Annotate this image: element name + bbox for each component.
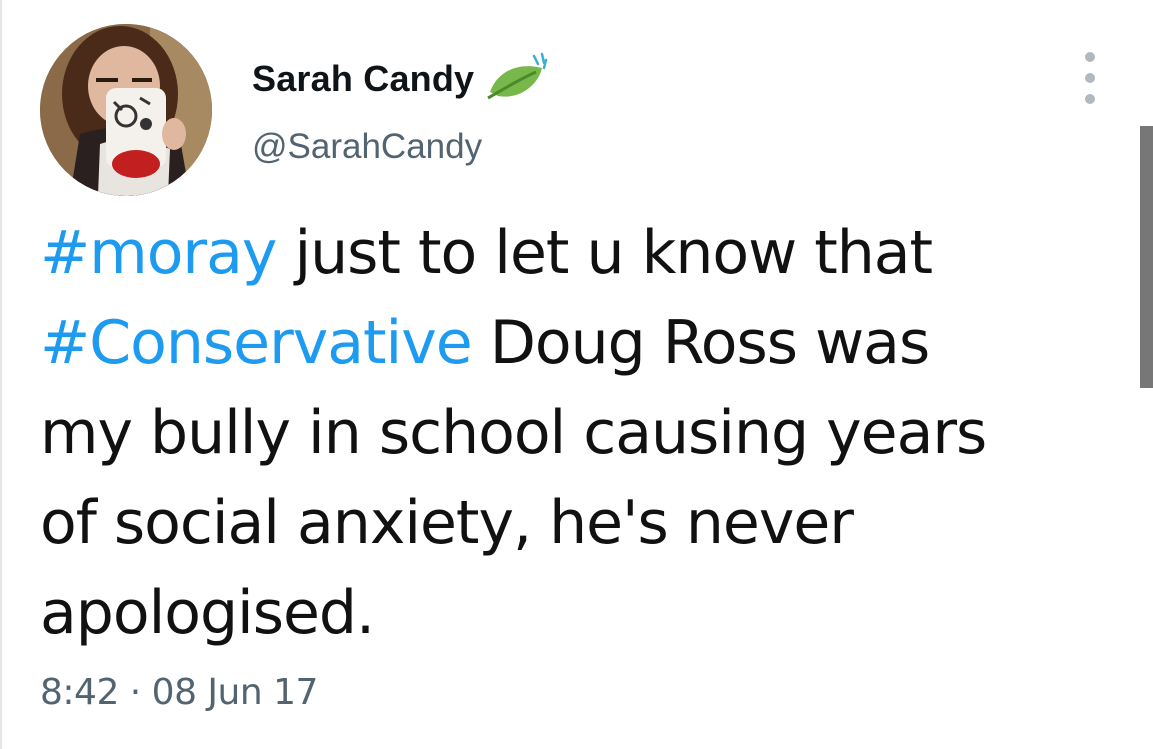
more-vertical-icon-dot [1085, 94, 1095, 104]
tweet-line: #Conservative Doug Ross was [40, 298, 1100, 388]
author-handle[interactable]: @SarahCandy [252, 127, 482, 167]
author-name-row: Sarah Candy [252, 52, 550, 106]
card-border [0, 0, 2, 749]
tweet-line-text: Doug Ross was [471, 308, 930, 378]
scrollbar[interactable] [1140, 126, 1153, 388]
tweet-line-text: my bully in school causing years [40, 398, 987, 468]
tweet-card: Sarah Candy @SarahCandy #moray just to l… [0, 0, 1153, 749]
avatar[interactable] [40, 24, 212, 196]
hashtag-link[interactable]: #Conservative [40, 308, 473, 378]
more-vertical-icon-dot [1085, 73, 1095, 83]
tweet-timestamp[interactable]: 8:42 · 08 Jun 17 [40, 672, 318, 713]
tweet-line-text: apologised. [40, 578, 375, 648]
tweet-line-text: of social anxiety, he's never [40, 488, 854, 558]
hashtag-link[interactable]: #moray [40, 218, 277, 288]
tweet-line-text: just to let u know that [276, 218, 933, 288]
tweet-line: apologised. [40, 568, 1100, 658]
display-name[interactable]: Sarah Candy [252, 58, 474, 100]
tweet-line: of social anxiety, he's never [40, 478, 1100, 568]
leaf-icon [487, 52, 548, 100]
tweet-line: #moray just to let u know that [40, 208, 1100, 298]
profile-photo [40, 24, 212, 196]
more-options-button[interactable] [1070, 52, 1110, 104]
more-vertical-icon [1085, 52, 1095, 62]
tweet-text: #moray just to let u know that #Conserva… [40, 208, 1100, 658]
tweet-line: my bully in school causing years [40, 388, 1100, 478]
